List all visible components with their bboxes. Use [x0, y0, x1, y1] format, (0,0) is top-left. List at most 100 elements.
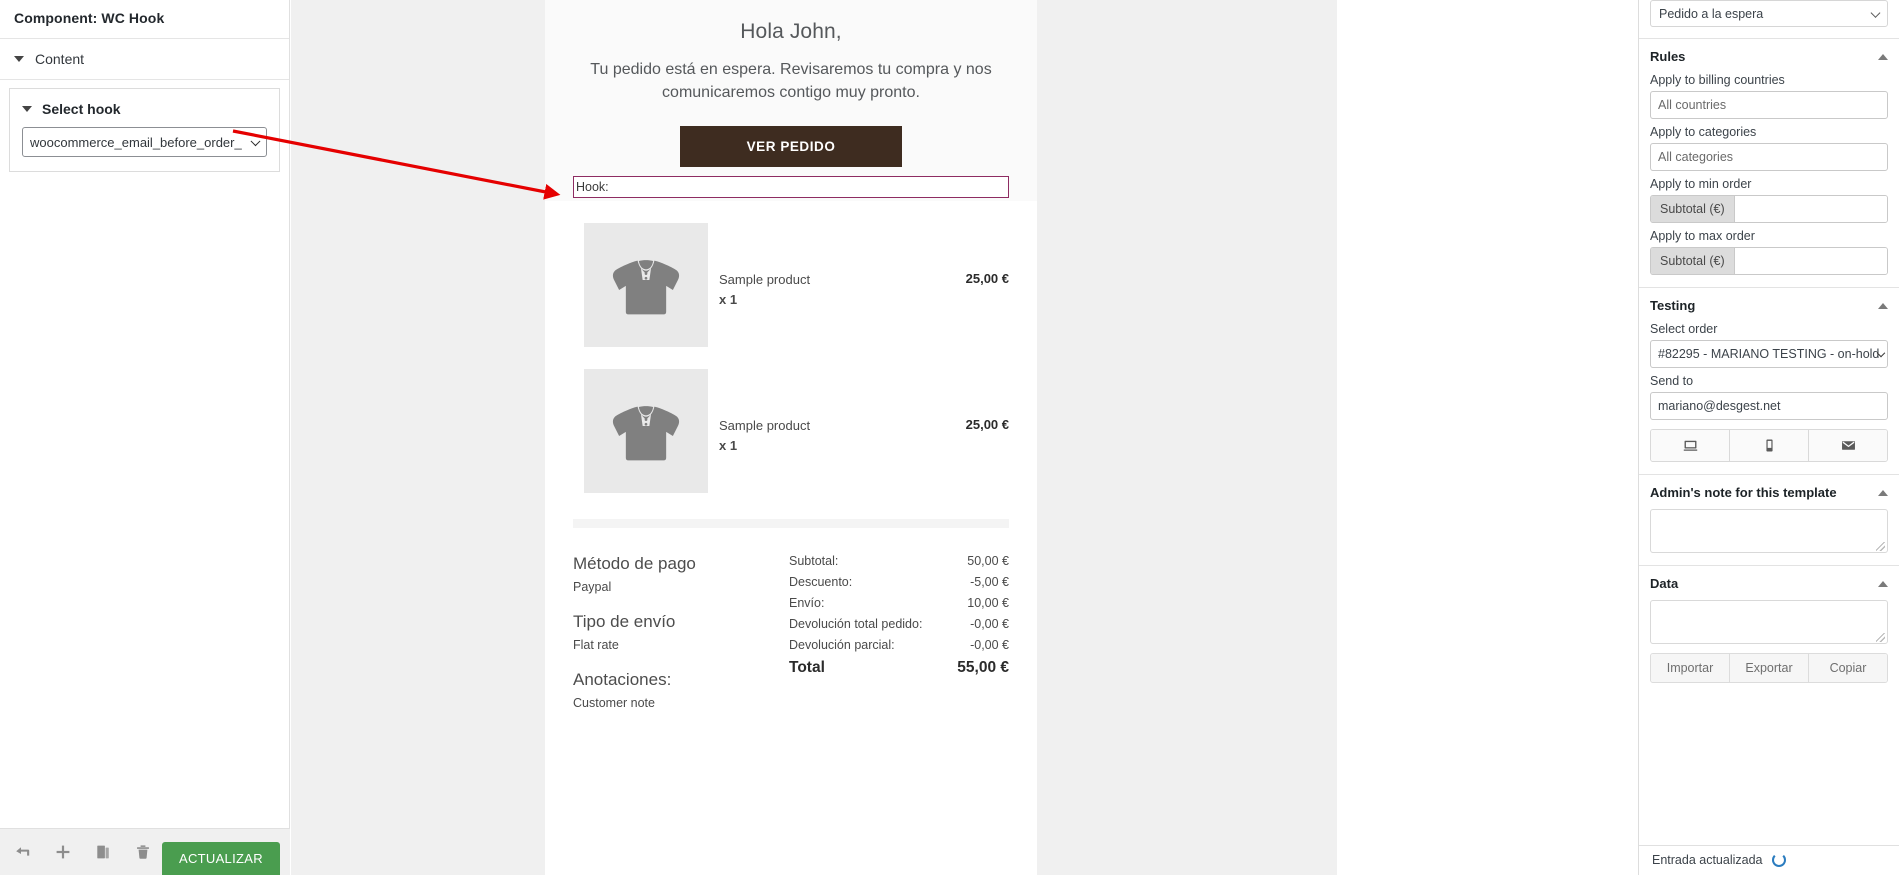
min-order-prefix: Subtotal (€) — [1651, 196, 1735, 222]
mobile-preview-button[interactable] — [1730, 430, 1809, 461]
email-subtitle: Tu pedido está en espera. Revisaremos tu… — [590, 61, 992, 102]
mobile-preview-icon — [1765, 439, 1773, 452]
max-order-label: Apply to max order — [1650, 229, 1755, 243]
email-status-value: Pedido a la espera — [1659, 6, 1764, 21]
hook-placeholder-label: Hook: — [576, 180, 609, 195]
email-greeting: Hola John, — [740, 20, 842, 43]
content-accordion-label: Content — [35, 51, 85, 67]
totals-row: Devolución parcial: -0,00 € — [789, 638, 1009, 652]
grand-total-row: Total 55,00 € — [789, 659, 1009, 677]
totals-row: Devolución total pedido: -0,00 € — [789, 617, 1009, 631]
data-textarea[interactable] — [1650, 600, 1888, 644]
grand-total-label: Total — [789, 659, 825, 676]
shipping-type-value: Flat rate — [573, 638, 619, 652]
left-panel-toolbar: ACTUALIZAR — [0, 828, 290, 875]
email-status-select[interactable]: Pedido a la espera — [1650, 0, 1888, 27]
chevron-up-icon — [1878, 302, 1888, 309]
desktop-preview-button[interactable] — [1651, 430, 1730, 461]
chevron-down-icon — [250, 136, 261, 147]
notes-value: Customer note — [573, 696, 655, 710]
admin-note-textarea[interactable] — [1650, 509, 1888, 553]
max-order-group: Subtotal (€) — [1650, 247, 1888, 275]
data-heading: Data — [1650, 576, 1679, 591]
order-item-row: Sample product x 1 25,00 € — [573, 201, 1009, 347]
chevron-down-icon — [14, 56, 24, 62]
polo-shirt-icon — [612, 404, 680, 461]
product-details: Sample product x 1 — [708, 223, 966, 307]
send-to-value: mariano@desgest.net — [1658, 399, 1781, 413]
update-button[interactable]: ACTUALIZAR — [162, 842, 280, 875]
view-order-button[interactable]: VER PEDIDO — [680, 126, 902, 168]
select-hook-accordion-toggle[interactable]: Select hook — [10, 89, 279, 127]
min-order-input[interactable] — [1734, 196, 1887, 222]
totals-row: Subtotal: 50,00 € — [789, 554, 1009, 568]
testing-section: Testing Select order #82295 - MARIANO TE… — [1639, 287, 1899, 474]
envelope-icon — [1841, 441, 1855, 450]
product-price: 25,00 € — [965, 271, 1009, 286]
order-meta-column: Método de pago Paypal Tipo de envío Flat… — [573, 554, 789, 728]
hook-select-value: woocommerce_email_before_order_ — [30, 134, 242, 150]
trash-icon[interactable] — [126, 833, 160, 871]
order-totals-column: Subtotal: 50,00 € Descuento: -5,00 € Env… — [789, 554, 1009, 728]
chevron-down-icon — [22, 106, 32, 112]
categories-input[interactable]: All categories — [1650, 143, 1888, 171]
chevron-up-icon — [1878, 489, 1888, 496]
min-order-label: Apply to min order — [1650, 177, 1752, 191]
rules-section-header[interactable]: Rules — [1650, 49, 1888, 64]
email-status-select-wrapper: Pedido a la espera — [1639, 0, 1899, 38]
categories-label: Apply to categories — [1650, 125, 1757, 139]
testing-section-header[interactable]: Testing — [1650, 298, 1888, 313]
chevron-down-icon — [1870, 7, 1881, 18]
notes-heading: Anotaciones: — [573, 670, 672, 689]
copy-button[interactable]: Copiar — [1809, 654, 1887, 682]
status-toast: Entrada actualizada — [1639, 845, 1899, 875]
import-button[interactable]: Importar — [1651, 654, 1730, 682]
totals-label: Devolución parcial: — [789, 638, 895, 652]
select-hook-label: Select hook — [42, 101, 121, 117]
hook-placeholder-block[interactable]: Hook: — [573, 176, 1009, 199]
polo-shirt-icon — [612, 258, 680, 315]
content-accordion-toggle[interactable]: Content — [0, 39, 289, 79]
desktop-preview-icon — [1683, 440, 1697, 451]
totals-label: Descuento: — [789, 575, 853, 589]
max-order-prefix: Subtotal (€) — [1651, 248, 1735, 274]
chevron-up-icon — [1878, 53, 1888, 60]
select-order-dropdown[interactable]: #82295 - MARIANO TESTING - on-hold — [1650, 340, 1888, 368]
email-body-section: Sample product x 1 25,00 € Sample produc… — [545, 201, 1037, 728]
left-component-panel: Component: WC Hook Content Select hook w… — [0, 0, 290, 875]
plus-icon[interactable] — [46, 833, 80, 871]
data-section-header[interactable]: Data — [1650, 576, 1888, 591]
select-hook-group: Select hook woocommerce_email_before_ord… — [9, 88, 280, 172]
billing-countries-input[interactable]: All countries — [1650, 91, 1888, 119]
email-template-frame: Hola John, Tu pedido está en espera. Rev… — [545, 0, 1037, 875]
billing-countries-value: All countries — [1658, 98, 1727, 112]
component-title: Component: WC Hook — [14, 10, 165, 26]
rules-heading: Rules — [1650, 49, 1686, 64]
min-order-group: Subtotal (€) — [1650, 195, 1888, 223]
copy-icon[interactable] — [86, 833, 120, 871]
product-name: Sample product — [719, 418, 811, 433]
payment-method-heading: Método de pago — [573, 554, 696, 573]
product-thumbnail — [584, 369, 708, 493]
send-test-email-button[interactable] — [1809, 430, 1887, 461]
back-arrow-icon[interactable] — [6, 833, 40, 871]
send-to-input[interactable]: mariano@desgest.net — [1650, 392, 1888, 420]
divider — [0, 79, 289, 80]
grand-total-value: 55,00 € — [957, 659, 1009, 676]
send-to-label: Send to — [1650, 374, 1694, 388]
admin-note-section-header[interactable]: Admin's note for this template — [1650, 485, 1888, 500]
product-price: 25,00 € — [965, 417, 1009, 432]
product-quantity: x 1 — [719, 437, 738, 453]
email-preview-canvas: Hola John, Tu pedido está en espera. Rev… — [291, 0, 1337, 875]
totals-value: 10,00 € — [967, 596, 1009, 610]
hook-select[interactable]: woocommerce_email_before_order_ — [22, 127, 267, 157]
shipping-type-heading: Tipo de envío — [573, 612, 676, 631]
totals-value: -5,00 € — [970, 575, 1009, 589]
section-divider — [573, 519, 1009, 528]
totals-label: Devolución total pedido: — [789, 617, 923, 631]
settings-sidebar: Pedido a la espera Rules Apply to billin… — [1638, 0, 1899, 875]
product-details: Sample product x 1 — [708, 369, 966, 453]
rules-section: Rules Apply to billing countries All cou… — [1639, 38, 1899, 287]
export-button[interactable]: Exportar — [1730, 654, 1809, 682]
max-order-input[interactable] — [1734, 248, 1887, 274]
